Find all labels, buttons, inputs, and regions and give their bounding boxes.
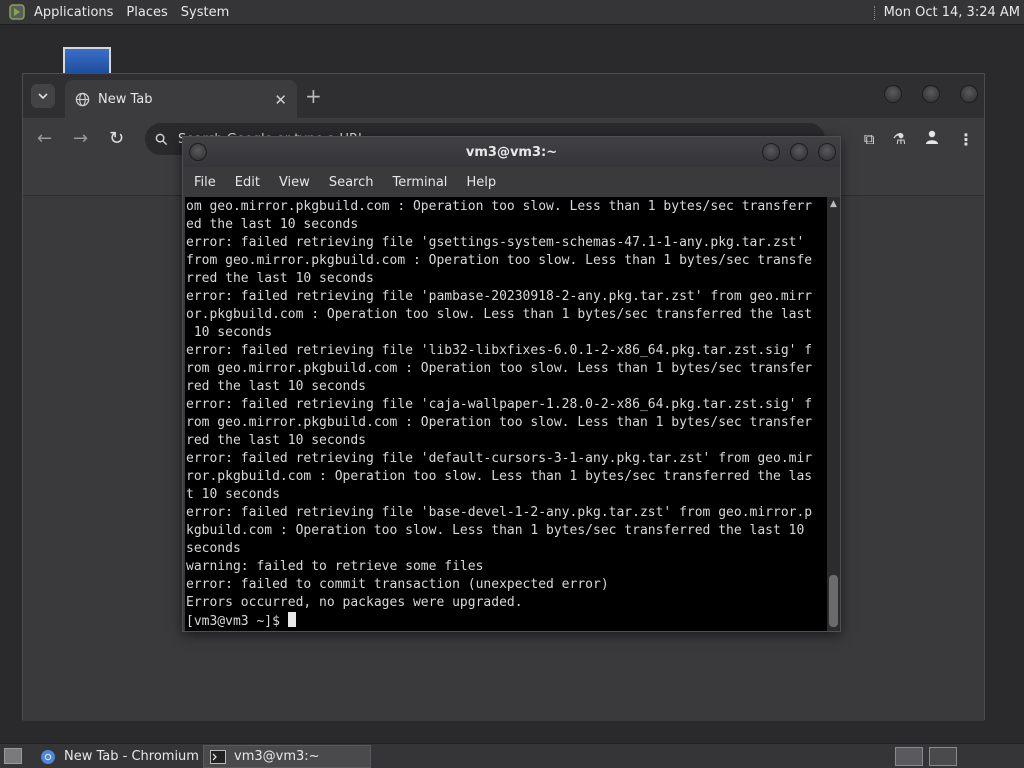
terminal-screen[interactable]: om geo.mirror.pkgbuild.com : Operation t… (185, 197, 827, 631)
menu-file[interactable]: File (194, 175, 216, 190)
terminal-titlebar[interactable]: vm3@vm3:~ (183, 137, 840, 167)
scroll-up-arrow-icon[interactable]: ▲ (827, 197, 840, 211)
terminal-line: from geo.mirror.pkgbuild.com : Operation… (186, 253, 813, 268)
more-menu-icon[interactable]: ⋮ (958, 130, 974, 149)
profile-icon[interactable] (924, 129, 940, 149)
system-menu[interactable]: System (181, 5, 238, 20)
chromium-icon (40, 749, 56, 765)
taskbar-item-label: New Tab - Chromium (64, 749, 199, 764)
minimize-button[interactable] (884, 85, 902, 103)
reload-icon[interactable]: ↻ (109, 128, 124, 149)
terminal-maximize-button[interactable] (790, 143, 808, 161)
terminal-prompt: [vm3@vm3 ~]$ (186, 614, 288, 629)
terminal-line: error: failed retrieving file 'caja-wall… (186, 397, 813, 412)
workspace-2[interactable] (929, 747, 957, 766)
terminal-line: error: failed retrieving file 'pambase-2… (186, 289, 813, 304)
workspace-1[interactable] (895, 747, 923, 766)
window-menu-button[interactable] (189, 143, 207, 161)
applications-menu[interactable]: Applications (34, 5, 122, 20)
terminal-line: error: failed retrieving file 'gsettings… (186, 235, 805, 250)
bottom-panel: New Tab - Chromium vm3@vm3:~ (0, 743, 1024, 768)
terminal-line: t 10 seconds (186, 487, 280, 502)
terminal-close-button[interactable] (818, 143, 836, 161)
mate-logo-icon[interactable] (8, 3, 26, 21)
terminal-line: error: failed retrieving file 'lib32-lib… (186, 343, 813, 358)
menu-search[interactable]: Search (329, 175, 374, 190)
terminal-line: ror.pkgbuild.com : Operation too slow. L… (186, 469, 813, 484)
terminal-line: ed the last 10 seconds (186, 217, 359, 232)
globe-icon (75, 92, 90, 107)
terminal-line: rom geo.mirror.pkgbuild.com : Operation … (186, 415, 813, 430)
terminal-line: warning: failed to retrieve some files (186, 559, 484, 574)
terminal-line: om geo.mirror.pkgbuild.com : Operation t… (186, 199, 813, 214)
terminal-line: Errors occurred, no packages were upgrad… (186, 595, 523, 610)
taskbar-item-chromium[interactable]: New Tab - Chromium (34, 745, 200, 768)
scrollbar-thumb[interactable] (829, 575, 838, 627)
new-tab-button[interactable]: + (305, 84, 322, 108)
tab-search-button[interactable] (31, 84, 55, 108)
terminal-line: kgbuild.com : Operation too slow. Less t… (186, 523, 805, 538)
terminal-line: 10 seconds (186, 325, 273, 340)
terminal-line: red the last 10 seconds (186, 433, 367, 448)
terminal-cursor (287, 612, 296, 627)
terminal-line: error: failed retrieving file 'default-c… (186, 451, 813, 466)
tab-new-tab[interactable]: New Tab ✕ (65, 80, 297, 118)
maximize-button[interactable] (922, 85, 940, 103)
terminal-menubar: File Edit View Search Terminal Help (183, 167, 840, 197)
terminal-line: error: failed to commit transaction (une… (186, 577, 609, 592)
terminal-icon (210, 749, 226, 764)
terminal-line: red the last 10 seconds (186, 379, 367, 394)
menu-edit[interactable]: Edit (235, 175, 260, 190)
terminal-line: error: failed retrieving file 'base-deve… (186, 505, 813, 520)
terminal-line: rred the last 10 seconds (186, 271, 374, 286)
computer-icon[interactable] (63, 47, 111, 75)
terminal-line: or.pkgbuild.com : Operation too slow. Le… (186, 307, 813, 322)
chevron-down-icon (38, 93, 48, 100)
menu-view[interactable]: View (279, 175, 310, 190)
menu-terminal[interactable]: Terminal (392, 175, 447, 190)
taskbar-item-terminal[interactable]: vm3@vm3:~ (203, 745, 371, 768)
close-window-button[interactable] (960, 85, 978, 103)
tab-strip: New Tab ✕ + (23, 74, 984, 118)
places-menu[interactable]: Places (126, 5, 176, 20)
terminal-scrollbar[interactable]: ▲ (827, 197, 840, 631)
panel-separator (873, 5, 876, 20)
show-desktop-button[interactable] (4, 748, 22, 764)
forward-icon[interactable]: → (73, 128, 88, 149)
clock[interactable]: Mon Oct 14, 3:24 AM (884, 5, 1020, 20)
extensions-icon[interactable]: ⧉ (864, 130, 875, 148)
terminal-line: seconds (186, 541, 241, 556)
labs-icon[interactable]: ⚗ (893, 130, 906, 148)
menu-help[interactable]: Help (466, 175, 496, 190)
tab-title: New Tab (98, 91, 153, 107)
top-panel: Applications Places System Mon Oct 14, 3… (0, 0, 1024, 25)
terminal-title: vm3@vm3:~ (465, 144, 558, 160)
back-icon[interactable]: ← (37, 128, 52, 149)
search-icon (155, 133, 168, 145)
terminal-line: rom geo.mirror.pkgbuild.com : Operation … (186, 361, 813, 376)
terminal-minimize-button[interactable] (762, 143, 780, 161)
taskbar-item-label: vm3@vm3:~ (234, 749, 320, 764)
close-tab-icon[interactable]: ✕ (274, 91, 287, 109)
terminal-window: vm3@vm3:~ File Edit View Search Terminal… (182, 136, 841, 632)
